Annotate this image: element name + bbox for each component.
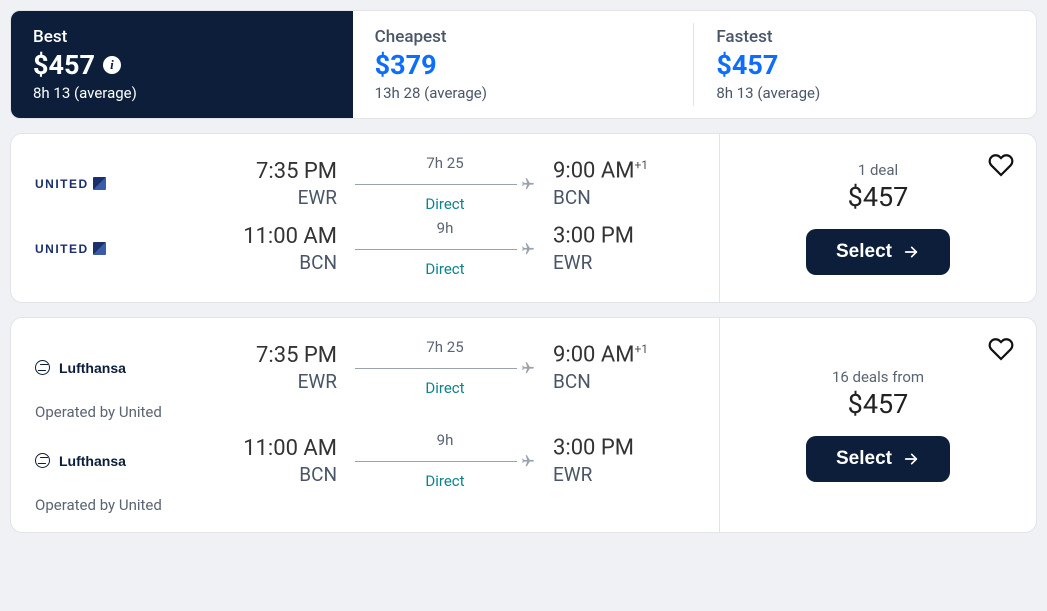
leg-duration: 9h	[355, 219, 535, 237]
departure-time: 11:00 AM	[195, 224, 337, 249]
select-button-label: Select	[836, 448, 892, 470]
sort-tabs: Best$457i8h 13 (average)Cheapest$37913h …	[10, 10, 1037, 119]
arrival-block: 9:00 AM+1 BCN	[535, 158, 695, 208]
select-button-label: Select	[836, 241, 892, 263]
info-icon[interactable]: i	[103, 56, 121, 74]
sort-tab-meta: 8h 13 (average)	[716, 84, 1014, 102]
leg-stops: Direct	[355, 472, 535, 490]
sort-tab-price: $457i	[33, 49, 331, 81]
select-button[interactable]: Select	[806, 436, 950, 482]
select-button[interactable]: Select	[806, 229, 950, 275]
sort-tab-label: Cheapest	[375, 27, 673, 47]
arrival-time: 9:00 AM+1	[553, 158, 695, 183]
departure-time: 11:00 AM	[195, 436, 337, 461]
airline-logo-lufthansa: Lufthansa	[35, 453, 195, 469]
arrival-time: 3:00 PM	[553, 223, 695, 248]
arrival-block: 9:00 AM+1 BCN	[535, 342, 695, 392]
operated-by: Operated by United	[35, 403, 695, 421]
arrival-airport: EWR	[553, 251, 695, 274]
flight-side: 16 deals from $457 Select	[719, 318, 1036, 532]
arrival-time: 3:00 PM	[553, 435, 695, 460]
arrival-airport: BCN	[553, 186, 695, 209]
leg-stops: Direct	[355, 195, 535, 213]
arrival-airport: EWR	[553, 463, 695, 486]
sort-tab-label: Best	[33, 27, 331, 47]
airline-logo-united: UNITED	[35, 177, 195, 191]
leg-middle: 7h 25 Direct	[355, 154, 535, 213]
heart-icon[interactable]	[988, 336, 1014, 362]
flight-side: 1 deal $457 Select	[719, 134, 1036, 302]
leg-middle: 9h Direct	[355, 219, 535, 278]
departure-block: 11:00 AMBCN	[195, 224, 355, 274]
leg-duration: 7h 25	[355, 154, 535, 172]
departure-airport: BCN	[195, 463, 337, 486]
deals-label: 16 deals from	[832, 368, 924, 386]
sort-tab-meta: 13h 28 (average)	[375, 84, 673, 102]
flight-leg: UNITED7:35 PMEWR7h 25Direct9:00 AM+1BCN	[35, 154, 695, 213]
leg-middle: 7h 25 Direct	[355, 338, 535, 397]
departure-block: 11:00 AMBCN	[195, 436, 355, 486]
flight-card[interactable]: Lufthansa7:35 PMEWR7h 25Direct9:00 AM+1B…	[10, 317, 1037, 533]
flight-leg: Lufthansa11:00 AMBCN9hDirect3:00 PMEWR	[35, 431, 695, 490]
arrival-time: 9:00 AM+1	[553, 342, 695, 367]
arrival-block: 3:00 PM EWR	[535, 435, 695, 485]
leg-duration: 7h 25	[355, 338, 535, 356]
deals-label: 1 deal	[858, 161, 898, 179]
sort-tab-fastest[interactable]: Fastest$457 8h 13 (average)	[694, 11, 1036, 118]
leg-middle: 9h Direct	[355, 431, 535, 490]
operated-by: Operated by United	[35, 496, 695, 514]
flight-main: Lufthansa7:35 PMEWR7h 25Direct9:00 AM+1B…	[11, 318, 719, 532]
deals-price: $457	[848, 181, 909, 213]
deals-price: $457	[848, 388, 909, 420]
departure-airport: EWR	[195, 370, 337, 393]
sort-tab-price: $457	[716, 49, 1014, 81]
departure-airport: EWR	[195, 186, 337, 209]
flight-card[interactable]: UNITED7:35 PMEWR7h 25Direct9:00 AM+1BCNU…	[10, 133, 1037, 303]
sort-tab-price: $379	[375, 49, 673, 81]
airline-logo-lufthansa: Lufthansa	[35, 360, 195, 376]
leg-stops: Direct	[355, 379, 535, 397]
flight-main: UNITED7:35 PMEWR7h 25Direct9:00 AM+1BCNU…	[11, 134, 719, 302]
departure-time: 7:35 PM	[195, 343, 337, 368]
departure-airport: BCN	[195, 251, 337, 274]
sort-tab-label: Fastest	[716, 27, 1014, 47]
departure-block: 7:35 PMEWR	[195, 159, 355, 209]
arrival-airport: BCN	[553, 370, 695, 393]
sort-tab-meta: 8h 13 (average)	[33, 84, 331, 102]
sort-tab-cheapest[interactable]: Cheapest$379 13h 28 (average)	[353, 11, 695, 118]
leg-stops: Direct	[355, 260, 535, 278]
arrival-block: 3:00 PM EWR	[535, 223, 695, 273]
heart-icon[interactable]	[988, 152, 1014, 178]
departure-time: 7:35 PM	[195, 159, 337, 184]
sort-tab-best[interactable]: Best$457i 8h 13 (average)	[11, 11, 353, 118]
airline-logo-united: UNITED	[35, 242, 195, 256]
flight-leg: Lufthansa7:35 PMEWR7h 25Direct9:00 AM+1B…	[35, 338, 695, 397]
flight-leg: UNITED11:00 AMBCN9hDirect3:00 PMEWR	[35, 219, 695, 278]
departure-block: 7:35 PMEWR	[195, 343, 355, 393]
leg-duration: 9h	[355, 431, 535, 449]
